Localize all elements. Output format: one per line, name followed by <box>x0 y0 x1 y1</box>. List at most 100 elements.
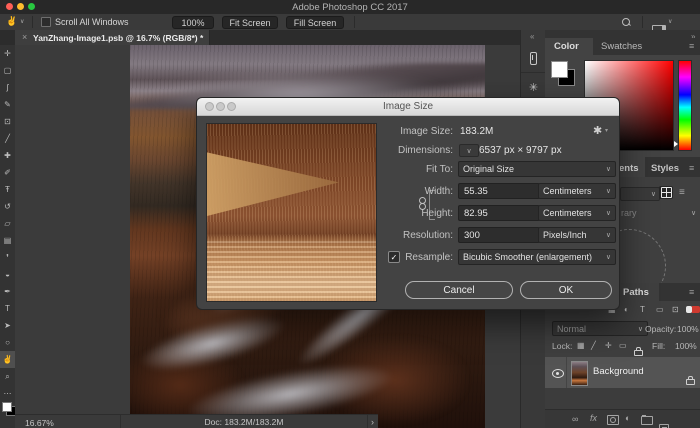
doc-size-indicator[interactable]: Doc: 183.2M/183.2M <box>120 415 368 428</box>
new-layer-icon[interactable] <box>659 424 669 428</box>
tool-lasso[interactable]: ʃ <box>0 79 15 96</box>
width-input[interactable]: 55.35 <box>458 183 540 199</box>
adjustment-layer-icon[interactable]: ◐ <box>625 413 630 423</box>
lock-all-icon[interactable] <box>634 350 643 356</box>
tool-history-brush[interactable]: ↺ <box>0 198 15 215</box>
layer-lock-icon <box>686 379 695 385</box>
scroll-all-windows-checkbox[interactable] <box>41 17 51 27</box>
layer-thumbnail[interactable] <box>571 361 588 386</box>
tool-eraser[interactable]: ▱ <box>0 215 15 232</box>
tool-pen[interactable]: ✒ <box>0 283 15 300</box>
layer-name[interactable]: Background <box>593 366 644 377</box>
library-sort-dropdown[interactable]: ∨ <box>620 187 660 201</box>
cancel-button[interactable]: Cancel <box>405 281 513 299</box>
resolution-input[interactable]: 300 <box>458 227 540 243</box>
opacity-value[interactable]: 100% <box>677 324 699 334</box>
filter-smart-object-icon[interactable]: ⊡ <box>672 305 679 314</box>
tab-styles[interactable]: Styles <box>651 163 679 174</box>
info-panel-icon[interactable] <box>521 44 546 73</box>
collapse-dock-icon[interactable]: « <box>530 32 534 41</box>
resample-method-dropdown[interactable]: Bicubic Smoother (enlargement)∨ <box>458 249 616 265</box>
fit-to-dropdown[interactable]: Original Size∨ <box>458 161 616 177</box>
image-size-value: 183.2M <box>460 126 493 137</box>
hue-slider[interactable] <box>678 60 692 151</box>
tool-eyedropper[interactable]: ╱ <box>0 130 15 147</box>
divider <box>566 357 567 388</box>
tool-gradient[interactable]: ▤ <box>0 232 15 249</box>
search-icon[interactable] <box>622 18 630 26</box>
app-title: Adobe Photoshop CC 2017 <box>0 2 700 13</box>
panel-menu-icon[interactable]: ≡ <box>689 287 694 297</box>
foreground-color-swatch[interactable] <box>2 402 12 412</box>
chevron-down-icon[interactable]: ∨ <box>20 18 24 25</box>
blend-mode-dropdown[interactable]: Normal∨ <box>552 321 648 336</box>
chevron-down-icon[interactable]: ∨ <box>668 18 672 25</box>
height-unit-dropdown[interactable]: Centimeters∨ <box>538 205 616 221</box>
new-group-icon[interactable] <box>641 416 653 425</box>
tab-paths[interactable]: Paths <box>615 283 659 301</box>
tool-marquee[interactable]: ▢ <box>0 62 15 79</box>
tool-clone-stamp[interactable]: Ŧ <box>0 181 15 198</box>
lock-artboard-icon[interactable]: ▭ <box>619 341 627 350</box>
resample-checkbox[interactable]: ✓ <box>388 251 400 263</box>
filter-shape-icon[interactable]: ▭ <box>656 305 664 314</box>
panel-menu-icon[interactable]: ≡ <box>689 41 694 51</box>
zoom-100-button[interactable]: 100% <box>172 16 214 29</box>
ok-button[interactable]: OK <box>520 281 612 299</box>
tool-hand[interactable]: ✌ <box>0 351 15 368</box>
close-tab-icon[interactable]: × <box>22 32 27 42</box>
add-layer-mask-icon[interactable] <box>607 415 619 425</box>
fill-label: Fill: <box>652 341 665 351</box>
hand-tool-icon[interactable]: ✌ <box>6 16 17 27</box>
tool-type[interactable]: T <box>0 300 15 317</box>
dimensions-unit-chip[interactable]: ∨ <box>459 144 479 157</box>
lock-pixels-icon[interactable]: ╱ <box>591 341 596 350</box>
tool-blur[interactable]: ❜ <box>0 249 15 266</box>
chevron-down-icon[interactable]: ∨ <box>691 209 696 217</box>
fill-value[interactable]: 100% <box>675 341 697 351</box>
layer-style-fx-icon[interactable]: fx <box>590 413 597 423</box>
titlebar: Adobe Photoshop CC 2017 <box>0 0 700 15</box>
status-chevron-icon[interactable]: › <box>371 417 374 427</box>
tool-shape[interactable]: ○ <box>0 334 15 351</box>
height-input[interactable]: 82.95 <box>458 205 540 221</box>
hue-slider-marker[interactable] <box>674 141 678 147</box>
gear-icon[interactable]: ✱ <box>593 124 602 137</box>
tool-quick-selection[interactable]: ✎ <box>0 96 15 113</box>
grid-view-button[interactable] <box>659 186 673 199</box>
gear-caret-icon[interactable]: ▾ <box>605 127 608 134</box>
tool-crop[interactable]: ⊡ <box>0 113 15 130</box>
tab-color[interactable]: Color <box>545 38 593 55</box>
divider <box>32 16 33 28</box>
foreground-color-swatch[interactable] <box>551 61 568 78</box>
tool-move[interactable]: ✛ <box>0 45 15 62</box>
zoom-level[interactable]: 16.67% <box>25 418 54 428</box>
fit-screen-button[interactable]: Fit Screen <box>222 16 278 29</box>
tab-swatches[interactable]: Swatches <box>601 41 642 52</box>
fill-screen-button[interactable]: Fill Screen <box>286 16 344 29</box>
lock-label: Lock: <box>552 341 572 351</box>
filter-adjustment-icon[interactable]: ◐ <box>624 305 629 314</box>
document-tab[interactable]: × YanZhang-Image1.psb @ 16.7% (RGB/8*) * <box>15 30 210 45</box>
tool-zoom[interactable]: ⌕ <box>0 368 15 385</box>
tool-path-selection[interactable]: ➤ <box>0 317 15 334</box>
tool-dodge[interactable]: ◒ <box>0 266 15 283</box>
resolution-unit-dropdown[interactable]: Pixels/Inch∨ <box>538 227 616 243</box>
link-layers-icon[interactable]: ∞ <box>572 414 578 424</box>
dialog-titlebar[interactable]: Image Size <box>197 98 619 116</box>
library-search-fragment[interactable]: rary <box>621 208 637 218</box>
tool-healing-brush[interactable]: ✚ <box>0 147 15 164</box>
tool-brush[interactable]: ✐ <box>0 164 15 181</box>
panel-menu-icon[interactable]: ≡ <box>689 163 694 173</box>
filter-type-icon[interactable]: T <box>640 305 645 314</box>
lock-transparency-icon[interactable]: ▦ <box>577 341 585 350</box>
tool-edit-toolbar[interactable]: ⋯ <box>0 385 15 402</box>
list-view-button[interactable]: ≡ <box>679 187 685 198</box>
fit-to-label: Fit To: <box>347 164 453 175</box>
width-unit-dropdown[interactable]: Centimeters∨ <box>538 183 616 199</box>
layers-bottom-bar: ∞ fx ◐ <box>545 409 700 428</box>
lock-position-icon[interactable]: ✛ <box>605 341 612 350</box>
layer-row-background[interactable]: Background <box>545 357 700 388</box>
layer-visibility-eye-icon[interactable] <box>552 369 564 378</box>
layer-filter-toggle[interactable] <box>691 306 700 313</box>
